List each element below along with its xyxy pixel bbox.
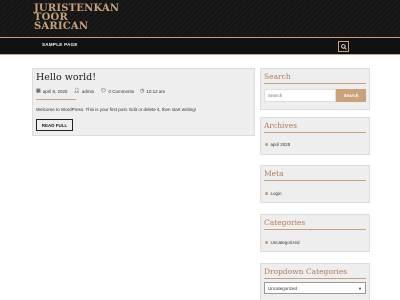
post-divider xyxy=(36,99,76,100)
post-date-text: april 8, 2025 xyxy=(42,88,68,94)
post-title[interactable]: Hello world! xyxy=(36,72,96,83)
meta-widget: Meta Login xyxy=(260,165,370,203)
post-excerpt: Welcome to WordPress. This is your first… xyxy=(36,107,197,112)
categories-dropdown[interactable]: Uncategorized ▼ xyxy=(264,282,366,294)
bullet-icon xyxy=(265,192,268,195)
nav-item-sample-page[interactable]: SAMPLE PAGE xyxy=(42,42,78,47)
site-title[interactable]: JURISTENKAN TOOR SARICAN xyxy=(34,4,124,32)
archive-item[interactable]: april 2025 xyxy=(265,142,290,147)
post-author-text: admin xyxy=(81,88,95,94)
search-widget-title: Search xyxy=(264,72,291,81)
post-comments[interactable]: 💬︎ 0 Comments xyxy=(100,88,134,94)
widget-divider xyxy=(264,180,366,181)
post-date[interactable]: ▦ april 8, 2025 xyxy=(36,88,68,94)
clock-icon: ◷ xyxy=(140,88,145,94)
categories-widget: Categories Uncategorized xyxy=(260,214,370,252)
post-time-text: 10:12 am xyxy=(146,88,166,94)
comments-icon: 💬︎ xyxy=(100,88,107,94)
category-item[interactable]: Uncategorized xyxy=(265,240,300,245)
main-navigation: SAMPLE PAGE xyxy=(0,37,400,55)
chevron-down-icon: ▼ xyxy=(358,285,362,291)
bullet-icon xyxy=(265,241,268,244)
post-author[interactable]: 👤︎ admin xyxy=(74,88,95,94)
user-icon: 👤︎ xyxy=(73,88,80,94)
meta-widget-title: Meta xyxy=(264,169,284,178)
nav-search-button[interactable] xyxy=(338,41,349,52)
widget-divider xyxy=(264,229,366,230)
post-card: Hello world! ▦ april 8, 2025 👤︎ admin 💬︎… xyxy=(32,68,255,136)
site-header: JURISTENKAN TOOR SARICAN xyxy=(0,0,400,37)
archives-widget: Archives april 2025 xyxy=(260,117,370,155)
site-title-line-3: SARICAN xyxy=(34,21,89,32)
search-input[interactable] xyxy=(264,89,336,102)
search-button[interactable]: Search xyxy=(336,89,366,102)
archive-item-label: april 2025 xyxy=(270,142,291,147)
archives-widget-title: Archives xyxy=(264,121,297,130)
post-meta: ▦ april 8, 2025 👤︎ admin 💬︎ 0 Comments ◷… xyxy=(36,88,165,94)
dropdown-categories-widget: Dropdown Categories Uncategorized ▼ xyxy=(260,263,370,300)
meta-item-login[interactable]: Login xyxy=(265,191,282,196)
search-icon xyxy=(340,43,347,50)
read-full-button[interactable]: READ FULL xyxy=(36,119,73,131)
calendar-icon: ▦ xyxy=(36,88,41,94)
dropdown-categories-widget-title: Dropdown Categories xyxy=(264,267,348,276)
category-item-label: Uncategorized xyxy=(270,240,300,245)
widget-divider xyxy=(264,132,366,133)
post-comments-text: 0 Comments xyxy=(108,88,135,94)
widget-divider xyxy=(264,278,366,279)
search-widget: Search Search xyxy=(260,68,370,110)
post-time: ◷ 10:12 am xyxy=(140,88,165,94)
meta-item-label: Login xyxy=(270,191,282,196)
dropdown-selected-value: Uncategorized xyxy=(268,285,298,291)
widget-divider xyxy=(264,83,366,84)
categories-widget-title: Categories xyxy=(264,218,306,227)
bullet-icon xyxy=(265,143,268,146)
